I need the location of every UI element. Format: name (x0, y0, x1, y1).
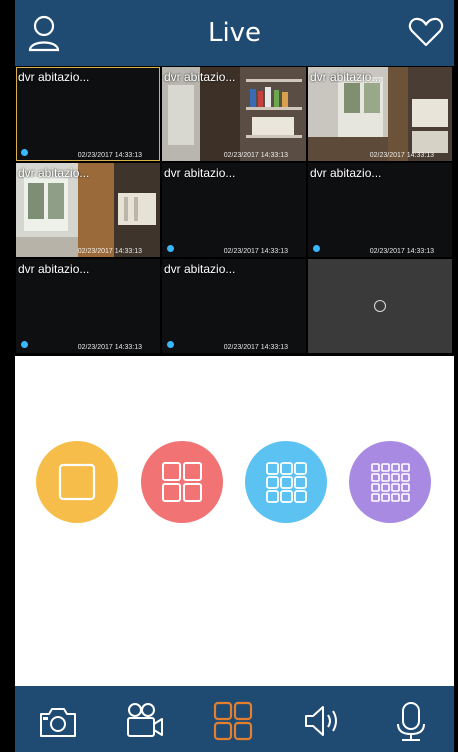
header-bar: Live (15, 0, 454, 66)
single-square-icon (58, 463, 96, 501)
camera-tile[interactable]: dvr abitazio... 02/23/2017 14:33:13 (162, 259, 306, 353)
camera-tile[interactable]: dvr abitazio... 02/23/2017 14:33:13 (16, 259, 160, 353)
status-dot (167, 341, 174, 348)
camera-tile[interactable]: dvr abitazio... 02/23/2017 14:33:13 (308, 163, 452, 257)
camera-timestamp: 02/23/2017 14:33:13 (369, 248, 434, 255)
status-dot (313, 245, 320, 252)
camera-timestamp: 02/23/2017 14:33:13 (223, 344, 288, 351)
camera-timestamp: 02/23/2017 14:33:13 (77, 152, 142, 159)
camera-name: dvr abitazio... (164, 70, 236, 84)
video-camera-icon (127, 703, 163, 737)
camera-name: dvr abitazio... (164, 262, 236, 276)
grid-icon (213, 701, 253, 741)
camera-name: dvr abitazio... (18, 70, 90, 84)
camera-icon (40, 708, 76, 737)
layout-selector-panel (15, 356, 454, 686)
talk-button[interactable] (390, 700, 432, 742)
audio-button[interactable] (301, 700, 343, 742)
camera-timestamp: 02/23/2017 14:33:13 (223, 248, 288, 255)
microphone-icon (397, 702, 425, 741)
single-view-button[interactable] (36, 441, 118, 523)
record-button[interactable] (123, 700, 165, 742)
four-grid-icon (162, 462, 202, 502)
camera-timestamp: 02/23/2017 14:33:13 (369, 152, 434, 159)
camera-name: dvr abitazio... (310, 166, 382, 180)
camera-name: dvr abitazio... (18, 166, 90, 180)
nine-grid-icon (266, 462, 307, 503)
loading-spinner-icon (374, 300, 386, 312)
camera-name: dvr abitazio... (164, 166, 236, 180)
sixteen-view-button[interactable] (349, 441, 431, 523)
camera-tile[interactable]: dvr abitazio... 02/23/2017 14:33:13 (16, 67, 160, 161)
speaker-icon (305, 706, 337, 736)
camera-timestamp: 02/23/2017 14:33:13 (223, 152, 288, 159)
snapshot-button[interactable] (37, 700, 79, 742)
camera-timestamp: 02/23/2017 14:33:13 (77, 248, 142, 255)
page-title: Live (207, 18, 262, 48)
camera-timestamp: 02/23/2017 14:33:13 (77, 344, 142, 351)
screen: Live dvr abitazio... 02/23/2017 14:33:13 (0, 0, 458, 752)
status-dot (21, 149, 28, 156)
camera-name: dvr abitazio... (310, 70, 382, 84)
sixteen-grid-icon (371, 463, 410, 502)
camera-name: dvr abitazio... (18, 262, 90, 276)
camera-tile[interactable]: dvr abitazio... 02/23/2017 14:33:13 (162, 67, 306, 161)
camera-tile[interactable]: dvr abitazio... 02/23/2017 14:33:13 (16, 163, 160, 257)
status-dot (167, 245, 174, 252)
camera-tile-empty[interactable] (308, 259, 452, 353)
camera-tile[interactable]: dvr abitazio... 02/23/2017 14:33:13 (308, 67, 452, 161)
camera-tile[interactable]: dvr abitazio... 02/23/2017 14:33:13 (162, 163, 306, 257)
four-view-button[interactable] (141, 441, 223, 523)
nine-view-button[interactable] (245, 441, 327, 523)
heart-icon[interactable] (408, 16, 444, 48)
layout-button[interactable] (212, 700, 254, 742)
status-dot (21, 341, 28, 348)
camera-grid: dvr abitazio... 02/23/2017 14:33:13 dvr … (15, 66, 454, 356)
bottom-toolbar (15, 686, 454, 752)
